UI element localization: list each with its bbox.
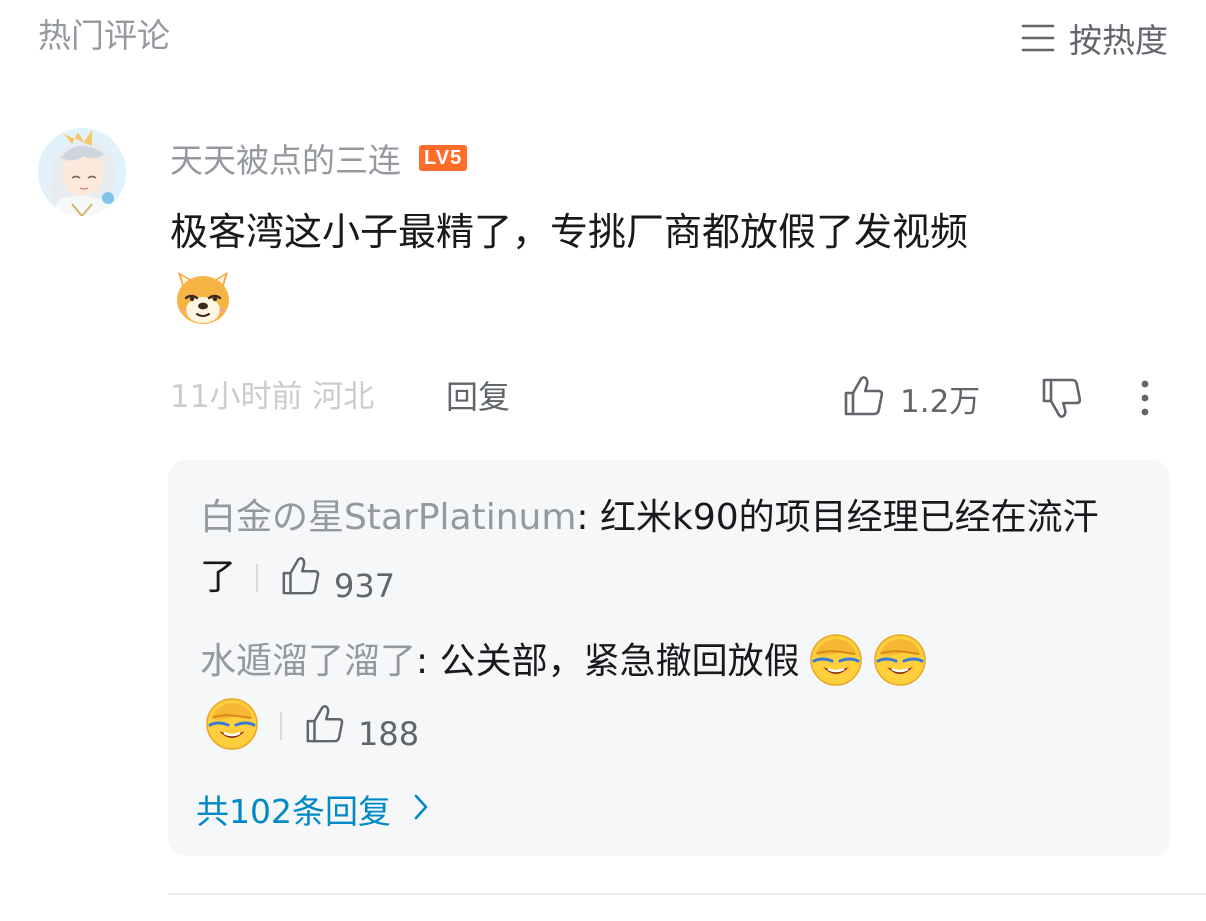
thumbs-up-icon — [304, 702, 346, 766]
reply-like-count: 188 — [358, 715, 420, 753]
reply-item[interactable]: 水遁溜了溜了: 公关部，紧急撤回放假 188 — [200, 630, 1130, 766]
like-button[interactable]: 1.2万 — [842, 376, 980, 420]
comment-timestamp-location: 11小时前 河北 — [170, 379, 375, 415]
comments-header: 热门评论 按热度 — [38, 14, 1170, 62]
dislike-button[interactable] — [1040, 376, 1086, 420]
username[interactable]: 天天被点的三连 — [170, 134, 401, 182]
replies-panel: 白金の星StarPlatinum: 红米k90的项目经理已经在流汗了 937 水遁… — [168, 460, 1170, 856]
sort-toggle-button[interactable]: 按热度 — [1021, 16, 1168, 60]
reply-item[interactable]: 白金の星StarPlatinum: 红米k90的项目经理已经在流汗了 937 — [200, 488, 1130, 616]
facepalm-laugh-emoji-icon — [808, 631, 864, 687]
divider — [168, 893, 1206, 895]
comment-meta-row: 11小时前 河北 回复 1.2万 — [170, 374, 1170, 420]
reply-button[interactable]: 回复 — [446, 374, 510, 420]
username-row: 天天被点的三连 LV5 — [170, 134, 468, 182]
comment-text: 极客湾这小子最精了，专挑厂商都放假了发视频 — [170, 210, 969, 254]
reply-separator: : — [416, 641, 440, 682]
more-options-button[interactable] — [1130, 376, 1160, 420]
like-count: 1.2万 — [900, 383, 981, 420]
thumbs-up-icon — [280, 555, 322, 616]
vertical-dots-icon — [1130, 380, 1160, 424]
sort-label: 按热度 — [1069, 21, 1168, 60]
facepalm-laugh-emoji-icon — [204, 695, 260, 751]
reply-like-count: 937 — [334, 566, 396, 605]
chevron-right-icon — [413, 790, 429, 829]
reply-text: 公关部，紧急撤回放假 — [439, 641, 800, 682]
menu-lines-icon — [1021, 23, 1055, 53]
avatar[interactable] — [38, 128, 126, 216]
reply-username[interactable]: 水遁溜了溜了 — [200, 641, 416, 682]
reply-username[interactable]: 白金の星StarPlatinum — [200, 497, 576, 538]
facepalm-laugh-emoji-icon — [872, 631, 928, 687]
view-all-replies-link[interactable]: 共102条回复 — [196, 786, 429, 832]
reply-divider — [256, 564, 259, 592]
level-badge: LV5 — [419, 145, 468, 171]
reply-like-button[interactable]: 188 — [304, 702, 419, 766]
thumbs-down-icon — [1040, 378, 1084, 424]
thumbs-up-icon — [842, 374, 886, 422]
reply-separator: : — [576, 497, 600, 538]
section-title: 热门评论 — [38, 16, 170, 55]
reply-divider — [280, 712, 282, 740]
reply-like-button[interactable]: 937 — [280, 555, 395, 616]
doge-emoji-icon — [172, 266, 234, 328]
total-replies-label: 共102条回复 — [196, 792, 391, 831]
